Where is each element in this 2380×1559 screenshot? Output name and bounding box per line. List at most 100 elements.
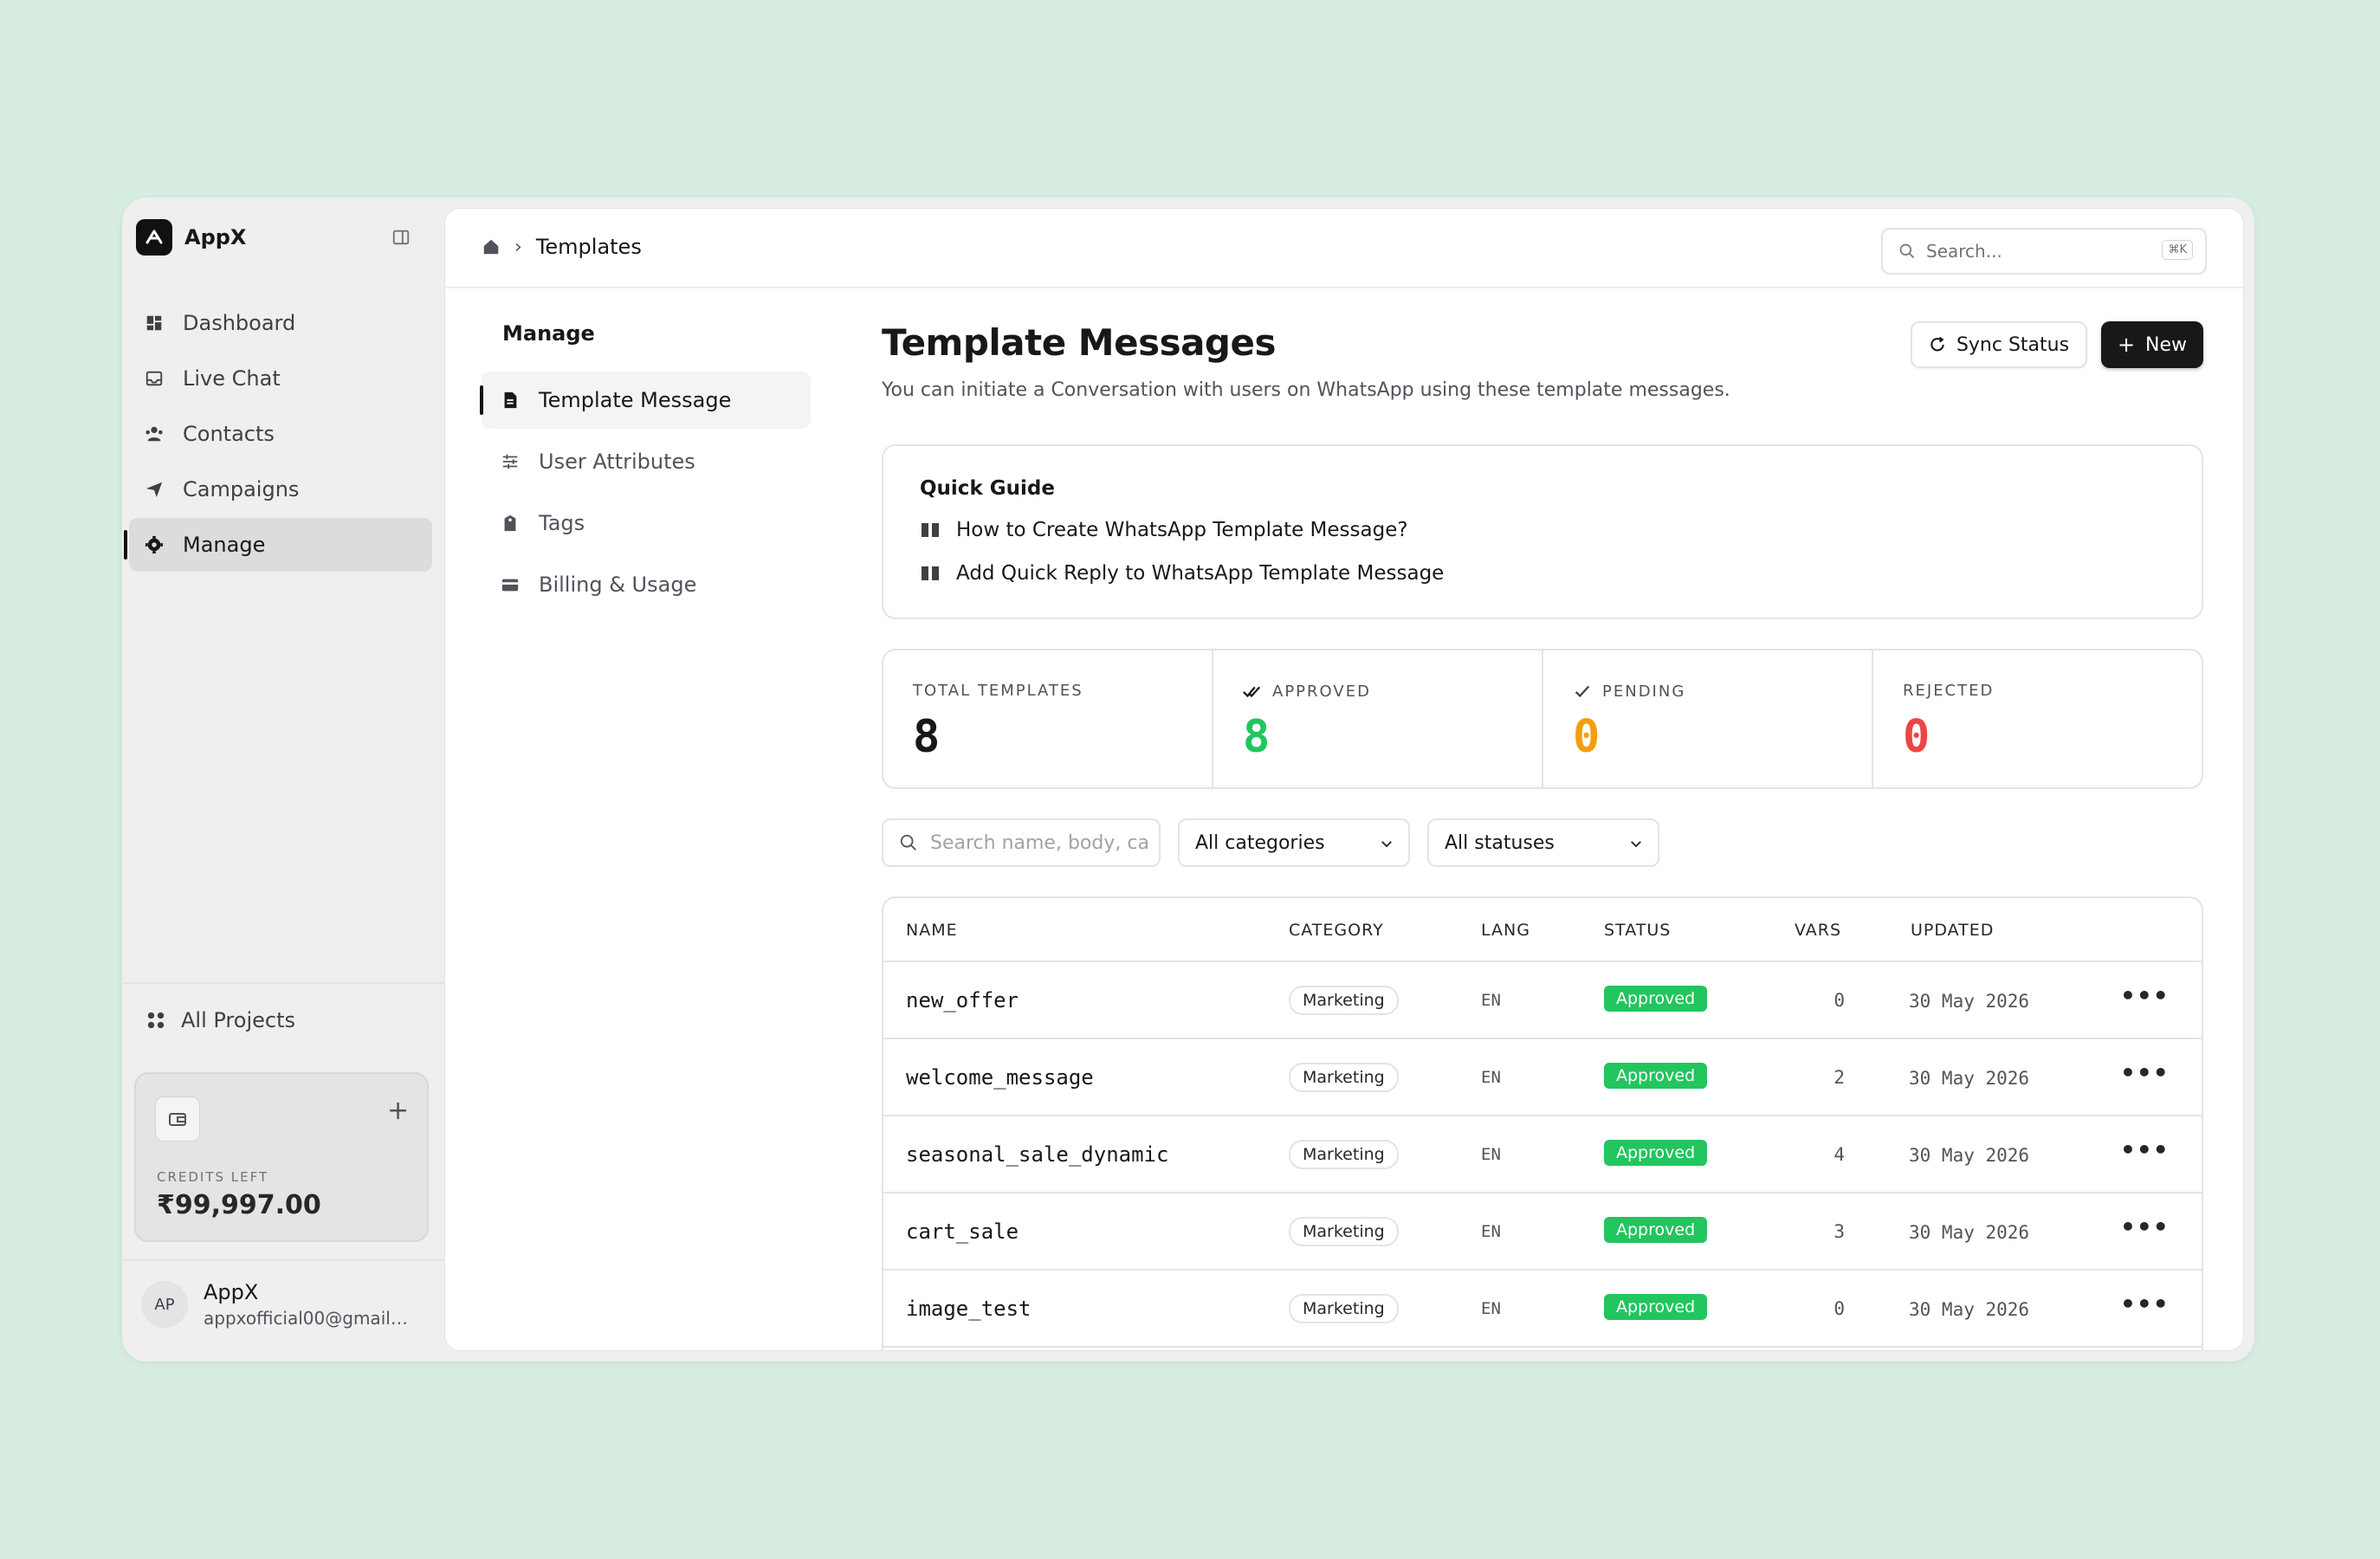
template-stats: TOTAL TEMPLATES 8 APPROVED 8 PENDING 0 R… [882,649,2203,789]
credits-value: ₹99,997.00 [157,1190,321,1220]
submenu-item-label: Template Message [539,388,732,412]
column-header-vars[interactable]: VARS [1795,921,1841,940]
double-check-icon [1243,686,1261,698]
sidebar-item-label: Contacts [183,422,275,446]
divider [122,982,444,984]
sidebar-item-dashboard[interactable]: Dashboard [129,296,432,350]
breadcrumb-separator: › [514,236,522,258]
more-actions-icon[interactable]: ••• [2120,1135,2170,1164]
language-code: EN [1481,1299,1501,1318]
category-badge: Marketing [1289,1294,1399,1323]
sidebar-item-live-chat[interactable]: Live Chat [129,352,432,405]
avatar: AP [141,1281,188,1328]
refresh-icon [1931,336,1944,352]
updated-date: 30 May 2026 [1909,1145,2030,1166]
submenu-item-user-attributes[interactable]: User Attributes [482,433,811,490]
template-name[interactable]: seasonal_sale_dynamic [906,1142,1168,1167]
template-name[interactable]: image_test [906,1297,1032,1321]
sync-status-button[interactable]: Sync Status [1911,321,2087,368]
more-actions-icon[interactable]: ••• [2120,1213,2170,1241]
guide-link-label: How to Create WhatsApp Template Message? [956,519,1408,541]
sliders-icon [502,454,518,469]
table-row[interactable]: cart_sale Marketing EN Approved 3 30 May 2026… [883,1194,2202,1271]
template-name[interactable]: welcome_message [906,1065,1094,1090]
grid-icon [147,1012,165,1029]
submenu-item-label: Billing & Usage [539,572,697,597]
vars-count: 4 [1834,1144,1845,1165]
global-search-input[interactable]: Search... ⌘K [1881,228,2207,275]
chevron-down-icon [1381,841,1392,848]
stat-value: 8 [913,711,941,763]
quick-guide-title: Quick Guide [920,477,1055,500]
sidebar-toggle-icon[interactable] [387,223,415,251]
sidebar-item-manage[interactable]: Manage [124,518,432,572]
table-row[interactable]: welcome_message Marketing EN Approved 2 30 Ma… [883,1039,2202,1116]
brand[interactable]: AppX [136,218,246,256]
app-window: AppX Dashboard Live Chat Contacts Campai… [122,197,2254,1362]
language-code: EN [1481,1222,1501,1241]
all-projects-link[interactable]: All Projects [146,1001,295,1039]
add-credits-button[interactable]: + [387,1098,409,1124]
sidebar-item-label: Manage [183,533,266,557]
category-select-value: All categories [1195,831,1325,854]
sidebar-item-campaigns[interactable]: Campaigns [129,463,432,516]
updated-date: 30 May 2026 [1909,991,2030,1012]
column-header-category[interactable]: CATEGORY [1289,921,1384,940]
book-icon [922,566,939,580]
tag-icon [504,514,516,532]
table-row[interactable]: seasonal_sale_dynamic Marketing EN Approved… [883,1116,2202,1194]
status-select[interactable]: All statuses [1427,818,1659,867]
user-profile[interactable]: AP AppX appxofficial00@gmail.com [141,1280,408,1329]
column-header-status[interactable]: STATUS [1604,921,1671,940]
chevron-down-icon [1631,841,1641,848]
more-actions-icon[interactable]: ••• [2120,1058,2170,1087]
updated-date: 30 May 2026 [1909,1068,2030,1089]
new-template-button[interactable]: + New [2101,321,2203,368]
templates-table: NAME CATEGORY LANG STATUS VARS UPDATED n… [882,896,2203,1350]
credits-card: + CREDITS LEFT ₹99,997.00 [134,1072,429,1242]
submenu-item-label: User Attributes [539,450,695,474]
status-badge: Approved [1604,986,1708,1012]
category-select[interactable]: All categories [1178,818,1410,867]
table-row[interactable]: new_offer Marketing EN Approved 0 30 May 2026… [883,962,2202,1039]
column-header-updated[interactable]: UPDATED [1911,921,1994,940]
main-panel: › Templates Search... ⌘K Manage Template… [444,208,2244,1351]
status-badge: Approved [1604,1294,1708,1320]
submenu-item-tags[interactable]: Tags [482,495,811,552]
column-header-name[interactable]: NAME [906,921,958,940]
wallet-icon [155,1096,200,1142]
quick-guide-card: Quick Guide How to Create WhatsApp Templ… [882,444,2203,619]
guide-link-create-template[interactable]: How to Create WhatsApp Template Message? [920,519,1408,541]
stat-label: PENDING [1602,682,1686,701]
page-subtitle: You can initiate a Conversation with use… [882,379,1730,401]
submenu-item-template-message[interactable]: Template Message [480,372,811,429]
language-code: EN [1481,1145,1501,1164]
divider [122,1259,444,1261]
stat-value: 0 [1573,711,1601,763]
more-actions-icon[interactable]: ••• [2120,1290,2170,1318]
status-badge: Approved [1604,1063,1708,1089]
template-search-input[interactable]: Search name, body, ca [882,818,1161,867]
guide-link-quick-reply[interactable]: Add Quick Reply to WhatsApp Template Mes… [920,562,1444,585]
column-header-lang[interactable]: LANG [1481,921,1530,940]
sidebar-item-label: Live Chat [183,366,281,391]
template-name[interactable]: new_offer [906,988,1019,1012]
category-badge: Marketing [1289,1217,1399,1246]
table-row[interactable]: image_test Marketing EN Approved 0 30 May 202… [883,1271,2202,1348]
template-search-placeholder: Search name, body, ca [930,831,1149,854]
breadcrumb: › Templates [482,235,642,259]
more-actions-icon[interactable]: ••• [2120,981,2170,1010]
search-icon [900,834,916,851]
templates-content: Template Messages You can initiate a Con… [882,321,2203,1350]
submenu-item-billing[interactable]: Billing & Usage [482,556,811,613]
submenu-item-label: Tags [539,511,585,535]
sidebar-item-label: Campaigns [183,477,300,501]
category-badge: Marketing [1289,1140,1399,1169]
updated-date: 30 May 2026 [1909,1222,2030,1243]
sidebar-item-contacts[interactable]: Contacts [129,407,432,461]
search-icon [1899,243,1915,259]
template-name[interactable]: cart_sale [906,1219,1019,1244]
language-code: EN [1481,991,1501,1010]
home-icon[interactable] [482,237,501,256]
category-badge: Marketing [1289,1063,1399,1092]
